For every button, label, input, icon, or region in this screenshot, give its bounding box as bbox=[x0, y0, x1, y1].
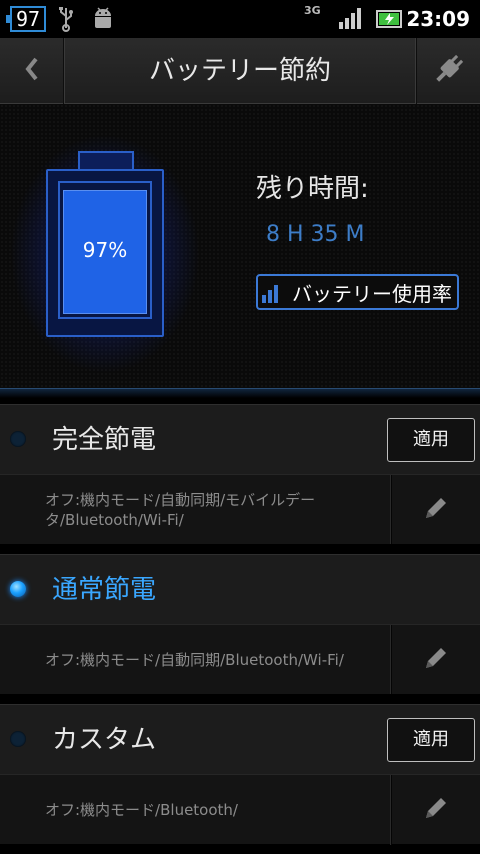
remaining-time-label: 残り時間: bbox=[256, 174, 369, 204]
battery-percent: 97% bbox=[82, 238, 128, 262]
back-button[interactable] bbox=[0, 38, 64, 104]
chevron-left-icon bbox=[24, 56, 40, 86]
mode-description: オフ:機内モード/自動同期/モバイルデータ/Bluetooth/Wi-Fi/ bbox=[45, 491, 316, 529]
mode-description: オフ:機内モード/自動同期/Bluetooth/Wi-Fi/ bbox=[45, 651, 344, 669]
app-header: バッテリー節約 bbox=[0, 38, 480, 104]
battery-cap bbox=[78, 151, 134, 171]
mode-row-normal-save[interactable]: 通常節電 bbox=[0, 554, 480, 624]
mode-title: カスタム bbox=[52, 725, 157, 755]
radio-button[interactable] bbox=[10, 431, 26, 447]
battery-usage-button[interactable]: バッテリー使用率 bbox=[256, 274, 459, 310]
edit-button[interactable] bbox=[391, 775, 480, 845]
status-bar: 97 3G 23:09 bbox=[0, 0, 480, 38]
mode-description: オフ:機内モード/Bluetooth/ bbox=[45, 801, 238, 819]
pencil-icon bbox=[421, 493, 451, 527]
mode-detail-normal-save: オフ:機内モード/自動同期/Bluetooth/Wi-Fi/ bbox=[0, 624, 480, 695]
pencil-icon bbox=[421, 643, 451, 677]
battery-usage-label: バッテリー使用率 bbox=[292, 281, 452, 306]
battery-graphic: 97% bbox=[46, 169, 164, 337]
mode-detail-custom: オフ:機内モード/Bluetooth/ bbox=[0, 774, 480, 845]
page-title: バッテリー節約 bbox=[148, 56, 331, 86]
mode-row-full-save[interactable]: 完全節電 適用 bbox=[0, 404, 480, 474]
clock: 23:09 bbox=[406, 7, 470, 31]
battery-level-badge: 97 bbox=[6, 6, 46, 32]
usb-icon bbox=[58, 6, 74, 36]
charging-battery-icon bbox=[376, 9, 404, 33]
battery-panel: 97% 残り時間: 8 H 35 M バッテリー使用率 bbox=[0, 104, 480, 392]
radio-button-selected[interactable] bbox=[10, 581, 26, 597]
remaining-time-value: 8 H 35 M bbox=[266, 222, 365, 247]
android-icon bbox=[92, 6, 114, 36]
section-divider bbox=[0, 388, 480, 402]
mode-title: 通常節電 bbox=[52, 575, 157, 605]
signal-icon bbox=[338, 6, 364, 34]
apply-button[interactable]: 適用 bbox=[387, 418, 475, 462]
pencil-icon bbox=[421, 793, 451, 827]
edit-button[interactable] bbox=[391, 475, 480, 545]
bar-chart-icon bbox=[260, 280, 284, 304]
plug-icon bbox=[431, 51, 467, 91]
mode-title: 完全節電 bbox=[52, 425, 157, 455]
apply-button[interactable]: 適用 bbox=[387, 718, 475, 762]
network-type-label: 3G bbox=[304, 4, 321, 17]
mode-detail-full-save: オフ:機内モード/自動同期/モバイルデータ/Bluetooth/Wi-Fi/ bbox=[0, 474, 480, 545]
mode-row-custom[interactable]: カスタム 適用 bbox=[0, 704, 480, 774]
plug-button[interactable] bbox=[416, 38, 480, 104]
radio-button[interactable] bbox=[10, 731, 26, 747]
edit-button[interactable] bbox=[391, 625, 480, 695]
